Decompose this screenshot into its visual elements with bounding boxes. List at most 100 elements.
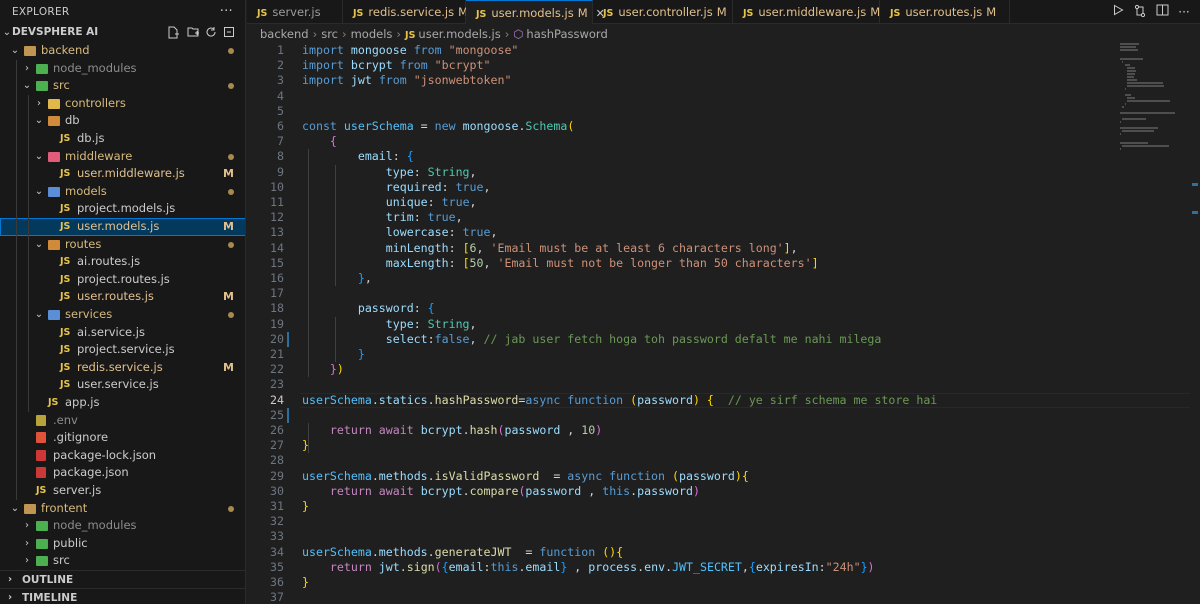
code-line[interactable]: 20 select:false, // jab user fetch hoga …: [247, 332, 1200, 347]
tree-folder[interactable]: ⌄ db: [0, 112, 245, 130]
breadcrumb-item[interactable]: backend: [260, 27, 309, 41]
code-line[interactable]: 23: [247, 377, 1200, 392]
code-line[interactable]: 34 userSchema.methods.generateJWT = funct…: [247, 545, 1200, 560]
tree-file[interactable]: .env: [0, 412, 245, 430]
tree-file[interactable]: JS ai.routes.js: [0, 253, 245, 271]
code-line[interactable]: 3 import jwt from "jsonwebtoken": [247, 73, 1200, 88]
code-line[interactable]: 25: [247, 408, 1200, 423]
code-line[interactable]: 36}: [247, 575, 1200, 590]
tree-file[interactable]: JS project.models.js: [0, 200, 245, 218]
tree-folder[interactable]: › controllers: [0, 95, 245, 113]
line-number: 13: [270, 225, 284, 240]
code-line[interactable]: 6 const userSchema = new mongoose.Schema(: [247, 119, 1200, 134]
refresh-icon[interactable]: [204, 26, 218, 40]
more-actions-icon[interactable]: ···: [220, 0, 233, 24]
editor-tab[interactable]: JS user.middleware.js M: [733, 0, 880, 24]
tree-file[interactable]: JS server.js: [0, 482, 245, 500]
breadcrumb-item[interactable]: src: [321, 27, 338, 41]
tree-file[interactable]: JS project.service.js: [0, 341, 245, 359]
tree-folder[interactable]: › node_modules: [0, 517, 245, 535]
code-line[interactable]: 27}: [247, 438, 1200, 453]
code-line[interactable]: 30 return await bcrypt.compare(password …: [247, 484, 1200, 499]
code-editor[interactable]: 1 import mongoose from "mongoose" 2 import …: [247, 43, 1200, 604]
editor-tab[interactable]: JS user.controller.js M: [593, 0, 733, 24]
more-actions-icon[interactable]: ···: [1176, 4, 1192, 20]
code-line[interactable]: 15 maxLength: [50, 'Email must not be lo…: [247, 256, 1200, 271]
code-line[interactable]: 14 minLength: [6, 'Email must be at leas…: [247, 241, 1200, 256]
tree-folder[interactable]: ⌄ services: [0, 306, 245, 324]
code-line[interactable]: 33: [247, 529, 1200, 544]
code-line[interactable]: 22 }): [247, 362, 1200, 377]
editor-tab[interactable]: JS server.js: [247, 0, 343, 24]
tree-file[interactable]: .gitignore: [0, 429, 245, 447]
code-line[interactable]: 4: [247, 89, 1200, 104]
tree-folder[interactable]: › public: [0, 535, 245, 553]
code-line[interactable]: 29 userSchema.methods.isValidPassword = a…: [247, 469, 1200, 484]
tree-file[interactable]: JS redis.service.js M: [0, 359, 245, 377]
code-line[interactable]: 12 trim: true,: [247, 210, 1200, 225]
breadcrumb-item[interactable]: models: [351, 27, 393, 41]
code-line[interactable]: 5: [247, 104, 1200, 119]
tree-file[interactable]: JS user.models.js M: [0, 218, 245, 236]
new-file-icon[interactable]: [166, 26, 180, 40]
split-editor-icon[interactable]: [1154, 4, 1170, 20]
tree-file[interactable]: JS ai.service.js: [0, 324, 245, 342]
code-line[interactable]: 1 import mongoose from "mongoose": [247, 43, 1200, 58]
code-line[interactable]: 19 type: String,: [247, 317, 1200, 332]
tree-folder[interactable]: › node_modules: [0, 60, 245, 78]
code-line[interactable]: 11 unique: true,: [247, 195, 1200, 210]
code-line[interactable]: 17: [247, 286, 1200, 301]
code-line[interactable]: 35 return jwt.sign({email:this.email} , …: [247, 560, 1200, 575]
tree-folder[interactable]: ⌄ src: [0, 77, 245, 95]
editor-tab[interactable]: JS redis.service.js M: [343, 0, 468, 24]
code-line[interactable]: 2 import bcrypt from "bcrypt": [247, 58, 1200, 73]
code-line[interactable]: 7 {: [247, 134, 1200, 149]
tree-folder[interactable]: ⌄ routes: [0, 236, 245, 254]
run-icon[interactable]: [1110, 4, 1126, 20]
code-line[interactable]: 21 }: [247, 347, 1200, 362]
compare-changes-icon[interactable]: [1132, 4, 1148, 20]
tree-file[interactable]: package.json: [0, 464, 245, 482]
tree-folder[interactable]: ⌄ frontent: [0, 500, 245, 518]
new-folder-icon[interactable]: [186, 26, 200, 40]
tree-folder[interactable]: ⌄ backend: [0, 42, 245, 60]
code-line[interactable]: 31}: [247, 499, 1200, 514]
tree-folder[interactable]: ⌄ middleware: [0, 148, 245, 166]
tree-file[interactable]: package-lock.json: [0, 447, 245, 465]
code-line[interactable]: 18 password: {: [247, 301, 1200, 316]
editor-tab[interactable]: JS user.routes.js M: [880, 0, 1010, 24]
minimap[interactable]: [1120, 43, 1190, 163]
code-line[interactable]: 9 type: String,: [247, 165, 1200, 180]
tree-file[interactable]: JS project.routes.js: [0, 271, 245, 289]
code-line[interactable]: 32: [247, 514, 1200, 529]
code-line[interactable]: 24 userSchema.statics.hashPassword=async …: [247, 392, 1200, 408]
tree-file[interactable]: JS user.middleware.js M: [0, 165, 245, 183]
tree-file[interactable]: JS app.js: [0, 394, 245, 412]
collapse-all-icon[interactable]: [222, 26, 236, 40]
js-file-icon: JS: [60, 291, 71, 303]
overview-ruler[interactable]: [1190, 43, 1200, 604]
line-number: 4: [277, 88, 284, 103]
editor-tab[interactable]: JS user.models.js M ✕: [466, 0, 605, 24]
breadcrumb-item[interactable]: hashPassword: [526, 27, 607, 41]
breadcrumb-item[interactable]: user.models.js: [418, 27, 500, 41]
tree-folder[interactable]: ⌄ models: [0, 183, 245, 201]
tree-file[interactable]: JS user.routes.js M: [0, 288, 245, 306]
folder-icon: [48, 151, 60, 162]
code-text: type: String,: [385, 316, 477, 331]
code-line[interactable]: 16 },: [247, 271, 1200, 286]
timeline-section[interactable]: › TIMELINE: [0, 588, 245, 604]
js-file-icon: JS: [48, 397, 59, 408]
outline-section[interactable]: › OUTLINE: [0, 570, 245, 588]
code-line[interactable]: 13 lowercase: true,: [247, 225, 1200, 240]
tree-file[interactable]: JS user.service.js: [0, 376, 245, 394]
code-line[interactable]: 8 email: {: [247, 149, 1200, 164]
code-line[interactable]: 26 return await bcrypt.hash(password , 1…: [247, 423, 1200, 438]
code-line[interactable]: 28: [247, 453, 1200, 468]
tree-folder[interactable]: › src: [0, 552, 245, 570]
git-status-badge: M: [870, 5, 881, 19]
code-line[interactable]: 10 required: true,: [247, 180, 1200, 195]
line-number: 12: [270, 210, 284, 225]
tree-file[interactable]: JS db.js: [0, 130, 245, 148]
code-line[interactable]: 37: [247, 590, 1200, 604]
